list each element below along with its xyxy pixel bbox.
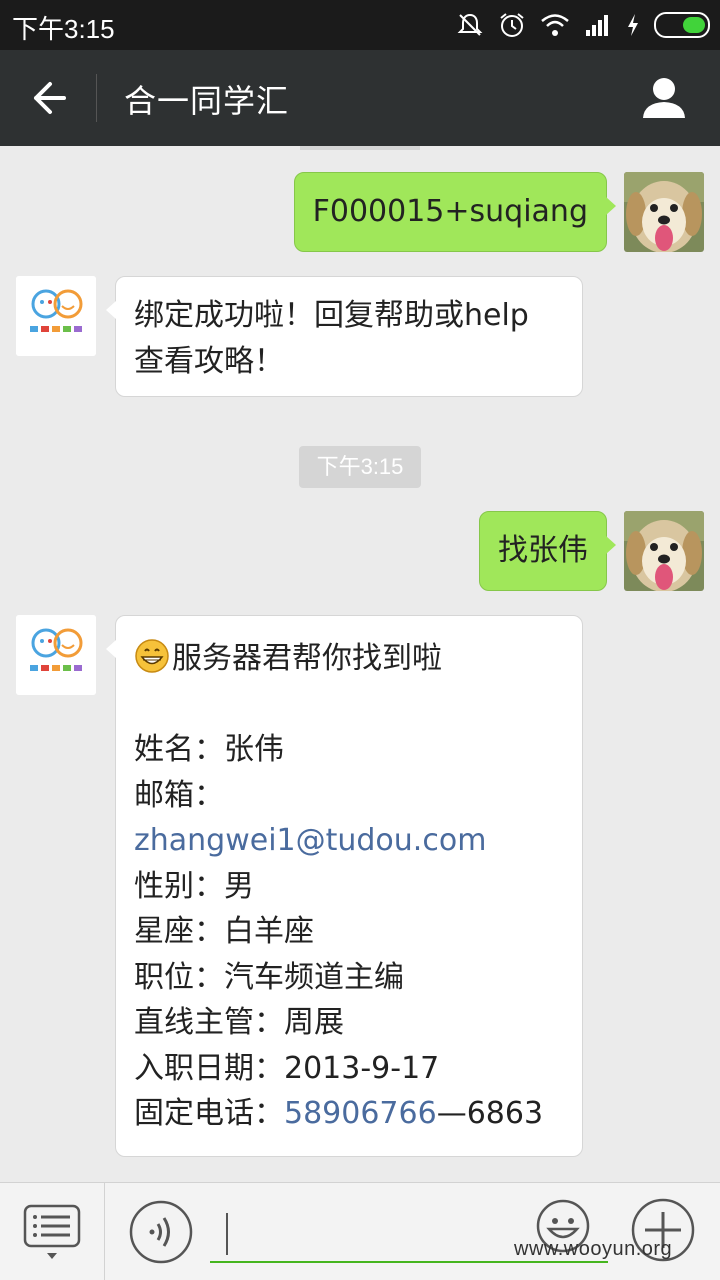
outgoing-message[interactable]: F000015+suqiang [293,172,617,252]
card-spacer [134,682,564,728]
text-cursor [226,1213,228,1255]
status-time: 下午3:15 [12,14,115,44]
incoming-message[interactable]: 绑定成功啦！回复帮助或help 查看攻略！ [106,276,583,397]
alarm-icon [500,13,524,37]
dog-avatar[interactable] [624,511,704,591]
signal-icon [586,15,608,36]
field-phone: 固定电话：58906766—6863 [134,1091,564,1137]
mute-icon [457,13,483,36]
field-position: 职位：汽车频道主编 [134,959,404,995]
card-headline: 服务器君帮你找到啦 [134,636,564,682]
message-line: 查看攻略！ [134,344,284,379]
chat-header: 合一同学汇 [0,50,720,146]
message-line: 绑定成功啦！回复帮助或help [134,298,529,333]
voice-icon[interactable] [128,1199,194,1265]
phone-label: 固定电话： [134,1096,284,1131]
battery-icon [654,12,710,38]
card-headline-text: 服务器君帮你找到啦 [172,641,442,676]
input-bar-divider [104,1183,105,1280]
dog-avatar[interactable] [624,172,704,252]
field-name: 姓名：张伟 [134,732,284,767]
field-join-date: 入职日期：2013-9-17 [134,1050,440,1086]
field-gender: 性别：男 [134,868,254,904]
contact-result-card[interactable]: 服务器君帮你找到啦 姓名：张伟 邮箱： zhangwei1@tudou.com … [106,615,583,1157]
status-icons [456,9,710,41]
phone-link[interactable]: 58906766 [284,1096,437,1131]
message-text: F000015+suqiang [312,194,588,229]
status-bar: 下午3:15 [0,0,720,50]
message-list[interactable]: F000015+suqiang 绑定成功啦！回复帮助或help 查看攻略！ 下午… [0,146,720,1182]
field-email-label: 邮箱： [134,777,224,813]
watermark: www.wooyun.org [514,1238,673,1260]
header-divider [96,74,97,122]
person-icon[interactable] [642,76,686,120]
logo-avatar[interactable] [16,276,96,356]
timestamp-divider: 下午3:15 [299,446,421,488]
phone-ext: —6863 [436,1096,544,1131]
chat-title: 合一同学汇 [124,82,290,120]
back-arrow-icon[interactable] [28,78,68,118]
email-link[interactable]: zhangwei1@tudou.com [134,818,564,864]
field-zodiac: 星座：白羊座 [134,914,314,949]
menu-list-icon[interactable] [22,1203,82,1263]
input-bar [0,1182,720,1280]
clipped-timestamp [300,146,420,150]
outgoing-message[interactable]: 找张伟 [479,511,616,591]
charging-icon [628,14,638,36]
message-text: 找张伟 [498,533,588,568]
grin-emoji-icon [135,639,169,673]
wifi-icon [541,14,569,36]
field-manager: 直线主管：周展 [134,1005,344,1040]
logo-avatar[interactable] [16,615,96,695]
